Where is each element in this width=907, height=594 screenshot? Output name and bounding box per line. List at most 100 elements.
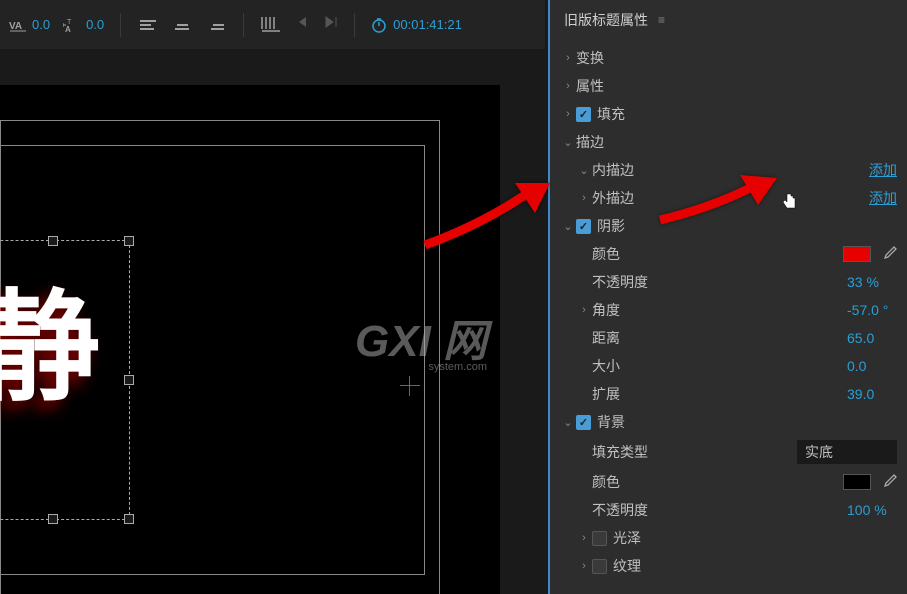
shadow-color-row: 颜色 [550, 240, 907, 268]
tab-stops-icon[interactable] [260, 15, 282, 35]
selection-box[interactable] [0, 240, 130, 520]
spread-label: 扩展 [592, 384, 847, 404]
opacity-value[interactable]: 33 % [847, 274, 897, 290]
fill-checkbox[interactable]: ✓ [576, 107, 591, 122]
handle-mid-right[interactable] [124, 375, 134, 385]
stroke-section[interactable]: ⌄ 描边 [550, 128, 907, 156]
inner-stroke-row[interactable]: ⌄ 内描边 添加 [550, 156, 907, 184]
shadow-section[interactable]: ⌄ ✓ 阴影 [550, 212, 907, 240]
chevron-right-icon[interactable]: › [560, 108, 576, 120]
sheen-row[interactable]: › 光泽 [550, 524, 907, 552]
sheen-checkbox[interactable] [592, 531, 607, 546]
kerning-value[interactable]: 0.0 [32, 17, 50, 32]
inner-stroke-label: 内描边 [592, 160, 869, 180]
outer-stroke-row[interactable]: › 外描边 添加 [550, 184, 907, 212]
transform-label: 变换 [576, 48, 897, 68]
properties-list: › 变换 › 属性 › ✓ 填充 ⌄ 描边 ⌄ 内描边 添加 › [550, 40, 907, 584]
texture-label: 纹理 [613, 556, 897, 576]
align-right-icon[interactable] [205, 14, 227, 36]
chevron-down-icon[interactable]: ⌄ [560, 416, 576, 429]
chevron-right-icon[interactable]: › [576, 192, 592, 204]
handle-bottom-right[interactable] [124, 514, 134, 524]
texture-checkbox[interactable] [592, 559, 607, 574]
properties-panel: 旧版标题属性 ≡ › 变换 › 属性 › ✓ 填充 ⌄ 描边 ⌄ [548, 0, 907, 594]
fill-section[interactable]: › ✓ 填充 [550, 100, 907, 128]
watermark-text: GXI 网 [355, 305, 487, 369]
spread-value[interactable]: 39.0 [847, 386, 897, 402]
handle-top-right[interactable] [124, 236, 134, 246]
distance-value[interactable]: 65.0 [847, 330, 897, 346]
tracking-group[interactable]: TA 0.0 [62, 15, 104, 35]
bg-color-swatch[interactable] [843, 474, 871, 490]
handle-bottom-mid[interactable] [48, 514, 58, 524]
shadow-label: 阴影 [597, 216, 897, 236]
center-cross-h [400, 385, 420, 386]
cursor-icon [781, 192, 799, 213]
chevron-right-icon[interactable]: › [560, 80, 576, 92]
shadow-distance-row: 距离 65.0 [550, 324, 907, 352]
svg-text:A: A [65, 25, 71, 33]
panel-header: 旧版标题属性 ≡ [550, 0, 907, 40]
properties-section[interactable]: › 属性 [550, 72, 907, 100]
opacity-label: 不透明度 [592, 272, 847, 292]
fill-type-row: 填充类型 实底 [550, 436, 907, 468]
color-label: 颜色 [592, 244, 843, 264]
panel-title: 旧版标题属性 [564, 10, 648, 30]
stroke-label: 描边 [576, 132, 897, 152]
background-checkbox[interactable]: ✓ [576, 415, 591, 430]
background-label: 背景 [597, 412, 897, 432]
divider [354, 13, 355, 37]
handle-top-mid[interactable] [48, 236, 58, 246]
kerning-icon: VA [8, 15, 28, 35]
next-arrow-icon[interactable] [322, 15, 338, 34]
tracking-icon: TA [62, 15, 82, 35]
chevron-down-icon[interactable]: ⌄ [560, 136, 576, 149]
angle-value[interactable]: -57.0 ° [847, 302, 897, 318]
kerning-group[interactable]: VA 0.0 [8, 15, 50, 35]
bg-color-row: 颜色 [550, 468, 907, 496]
fill-label: 填充 [597, 104, 897, 124]
texture-row[interactable]: › 纹理 [550, 552, 907, 580]
bg-opacity-label: 不透明度 [592, 500, 847, 520]
timecode-value[interactable]: 00:01:41:21 [393, 17, 462, 32]
align-left-icon[interactable] [137, 14, 159, 36]
properties-label: 属性 [576, 76, 897, 96]
shadow-size-row: 大小 0.0 [550, 352, 907, 380]
shadow-spread-row: 扩展 39.0 [550, 380, 907, 408]
chevron-right-icon[interactable]: › [576, 304, 592, 316]
timecode-group[interactable]: 00:01:41:21 [371, 17, 462, 33]
fill-type-select[interactable]: 实底 [797, 440, 897, 464]
size-value[interactable]: 0.0 [847, 358, 897, 374]
chevron-right-icon[interactable]: › [576, 532, 592, 544]
transform-section[interactable]: › 变换 [550, 44, 907, 72]
angle-label: 角度 [592, 300, 847, 320]
chevron-right-icon[interactable]: › [560, 52, 576, 64]
bg-opacity-row: 不透明度 100 % [550, 496, 907, 524]
divider [120, 13, 121, 37]
shadow-angle-row: › 角度 -57.0 ° [550, 296, 907, 324]
stopwatch-icon [371, 17, 387, 33]
svg-text:VA: VA [9, 21, 22, 32]
chevron-down-icon[interactable]: ⌄ [560, 220, 576, 233]
canvas-area[interactable]: 静 GXI 网 system.com [0, 50, 545, 594]
toolbar: VA 0.0 TA 0.0 [0, 0, 545, 50]
add-outer-stroke-link[interactable]: 添加 [869, 188, 897, 208]
fill-type-label: 填充类型 [592, 442, 797, 462]
shadow-checkbox[interactable]: ✓ [576, 219, 591, 234]
align-center-icon[interactable] [171, 14, 193, 36]
shadow-color-swatch[interactable] [843, 246, 871, 262]
chevron-down-icon[interactable]: ⌄ [576, 164, 592, 177]
sheen-label: 光泽 [613, 528, 897, 548]
canvas-panel: VA 0.0 TA 0.0 [0, 0, 545, 594]
tracking-value[interactable]: 0.0 [86, 17, 104, 32]
prev-arrow-icon[interactable] [294, 15, 310, 34]
add-inner-stroke-link[interactable]: 添加 [869, 160, 897, 180]
background-section[interactable]: ⌄ ✓ 背景 [550, 408, 907, 436]
bg-opacity-value[interactable]: 100 % [847, 502, 897, 518]
shadow-opacity-row: 不透明度 33 % [550, 268, 907, 296]
eyedropper-icon[interactable] [883, 474, 897, 491]
chevron-right-icon[interactable]: › [576, 560, 592, 572]
panel-menu-icon[interactable]: ≡ [658, 13, 665, 27]
eyedropper-icon[interactable] [883, 246, 897, 263]
watermark: GXI 网 system.com [355, 305, 487, 373]
